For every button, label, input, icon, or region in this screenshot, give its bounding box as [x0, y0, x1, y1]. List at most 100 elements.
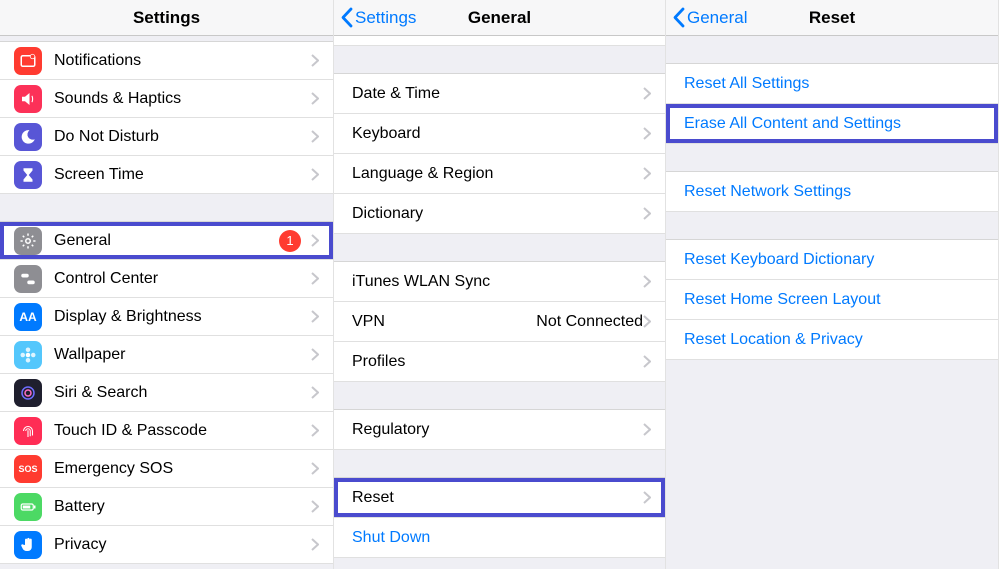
- row-detail: Not Connected: [536, 313, 643, 331]
- section-gap: [334, 234, 665, 262]
- row-label: VPN: [352, 313, 536, 331]
- reset-row-reset-location[interactable]: Reset Location & Privacy: [666, 320, 998, 360]
- row-label: Siri & Search: [54, 384, 311, 402]
- row-label: Screen Time: [54, 166, 311, 184]
- settings-row-display[interactable]: AA Display & Brightness: [0, 298, 333, 336]
- row-label: Profiles: [352, 353, 643, 371]
- general-row-dictionary[interactable]: Dictionary: [334, 194, 665, 234]
- row-label: Notifications: [54, 52, 311, 70]
- reset-row-reset-home[interactable]: Reset Home Screen Layout: [666, 280, 998, 320]
- chevron-right-icon: [643, 207, 651, 220]
- chevron-right-icon: [311, 54, 319, 67]
- chevron-right-icon: [311, 310, 319, 323]
- settings-row-sos[interactable]: SOS Emergency SOS: [0, 450, 333, 488]
- row-label: General: [54, 232, 279, 250]
- row-label: Touch ID & Passcode: [54, 422, 311, 440]
- chevron-right-icon: [311, 424, 319, 437]
- section-gap: [666, 36, 998, 64]
- pane-settings: Settings Notifications Sounds & Haptics Do…: [0, 0, 334, 569]
- empty-area: [666, 360, 998, 569]
- settings-list: Notifications Sounds & Haptics Do Not Dist…: [0, 36, 333, 569]
- general-row-regulatory[interactable]: Regulatory: [334, 410, 665, 450]
- row-label: Reset Keyboard Dictionary: [684, 251, 874, 269]
- row-label: Battery: [54, 498, 311, 516]
- chevron-right-icon: [311, 538, 319, 551]
- chevron-right-icon: [311, 168, 319, 181]
- settings-row-privacy[interactable]: Privacy: [0, 526, 333, 564]
- back-to-general[interactable]: General: [666, 7, 747, 28]
- row-label: Erase All Content and Settings: [684, 115, 901, 133]
- chevron-right-icon: [311, 500, 319, 513]
- chevron-right-icon: [643, 275, 651, 288]
- row-label: Do Not Disturb: [54, 128, 311, 146]
- general-row-reset[interactable]: Reset: [334, 478, 665, 518]
- row-label: Sounds & Haptics: [54, 90, 311, 108]
- general-row-vpn[interactable]: VPNNot Connected: [334, 302, 665, 342]
- settings-row-controlcenter[interactable]: Control Center: [0, 260, 333, 298]
- row-label: Control Center: [54, 270, 311, 288]
- row-label: iTunes WLAN Sync: [352, 273, 643, 291]
- chevron-right-icon: [643, 87, 651, 100]
- general-row-shutdown[interactable]: Shut Down: [334, 518, 665, 558]
- section-gap: [334, 382, 665, 410]
- reset-row-reset-keyboard[interactable]: Reset Keyboard Dictionary: [666, 240, 998, 280]
- section-gap: [334, 450, 665, 478]
- reset-list: Reset All Settings Erase All Content and …: [666, 36, 998, 569]
- siri-icon: [14, 379, 42, 407]
- dnd-icon: [14, 123, 42, 151]
- general-row-langregion[interactable]: Language & Region: [334, 154, 665, 194]
- row-label: Reset Location & Privacy: [684, 331, 863, 349]
- settings-row-dnd[interactable]: Do Not Disturb: [0, 118, 333, 156]
- pane-general: Settings General Date & Time Keyboard Lang…: [334, 0, 666, 569]
- back-to-settings[interactable]: Settings: [334, 7, 416, 28]
- row-label: Display & Brightness: [54, 308, 311, 326]
- row-label: Date & Time: [352, 85, 643, 103]
- display-icon: AA: [14, 303, 42, 331]
- row-label: Dictionary: [352, 205, 643, 223]
- controlcenter-icon: [14, 265, 42, 293]
- badge: 1: [279, 230, 301, 252]
- settings-row-battery[interactable]: Battery: [0, 488, 333, 526]
- chevron-right-icon: [643, 315, 651, 328]
- row-label: Reset Home Screen Layout: [684, 291, 881, 309]
- settings-row-wallpaper[interactable]: Wallpaper: [0, 336, 333, 374]
- settings-row-touchid[interactable]: Touch ID & Passcode: [0, 412, 333, 450]
- settings-row-sounds[interactable]: Sounds & Haptics: [0, 80, 333, 118]
- screentime-icon: [14, 161, 42, 189]
- wallpaper-icon: [14, 341, 42, 369]
- settings-row-screentime[interactable]: Screen Time: [0, 156, 333, 194]
- section-gap: [666, 144, 998, 172]
- sounds-icon: [14, 85, 42, 113]
- privacy-icon: [14, 531, 42, 559]
- settings-row-siri[interactable]: Siri & Search: [0, 374, 333, 412]
- general-row-itunes[interactable]: iTunes WLAN Sync: [334, 262, 665, 302]
- navbar-settings: Settings: [0, 0, 333, 36]
- partial-row: [334, 36, 665, 46]
- touchid-icon: [14, 417, 42, 445]
- general-list: Date & Time Keyboard Language & Region Dict…: [334, 36, 665, 569]
- general-row-profiles[interactable]: Profiles: [334, 342, 665, 382]
- battery-icon: [14, 493, 42, 521]
- reset-row-erase-all[interactable]: Erase All Content and Settings: [666, 104, 998, 144]
- section-gap: [666, 212, 998, 240]
- general-row-datetime[interactable]: Date & Time: [334, 74, 665, 114]
- chevron-right-icon: [311, 348, 319, 361]
- row-label: Emergency SOS: [54, 460, 311, 478]
- row-label: Regulatory: [352, 421, 643, 439]
- row-label: Reset All Settings: [684, 75, 809, 93]
- back-label: Settings: [355, 8, 416, 28]
- navbar-general: Settings General: [334, 0, 665, 36]
- chevron-left-icon: [672, 7, 685, 28]
- reset-row-reset-network[interactable]: Reset Network Settings: [666, 172, 998, 212]
- row-label: Reset Network Settings: [684, 183, 851, 201]
- navbar-reset: General Reset: [666, 0, 998, 36]
- sos-icon: SOS: [14, 455, 42, 483]
- row-label: Language & Region: [352, 165, 643, 183]
- chevron-right-icon: [643, 355, 651, 368]
- chevron-left-icon: [340, 7, 353, 28]
- chevron-right-icon: [643, 127, 651, 140]
- settings-row-notifications[interactable]: Notifications: [0, 42, 333, 80]
- general-row-keyboard[interactable]: Keyboard: [334, 114, 665, 154]
- settings-row-general[interactable]: General1: [0, 222, 333, 260]
- reset-row-reset-all[interactable]: Reset All Settings: [666, 64, 998, 104]
